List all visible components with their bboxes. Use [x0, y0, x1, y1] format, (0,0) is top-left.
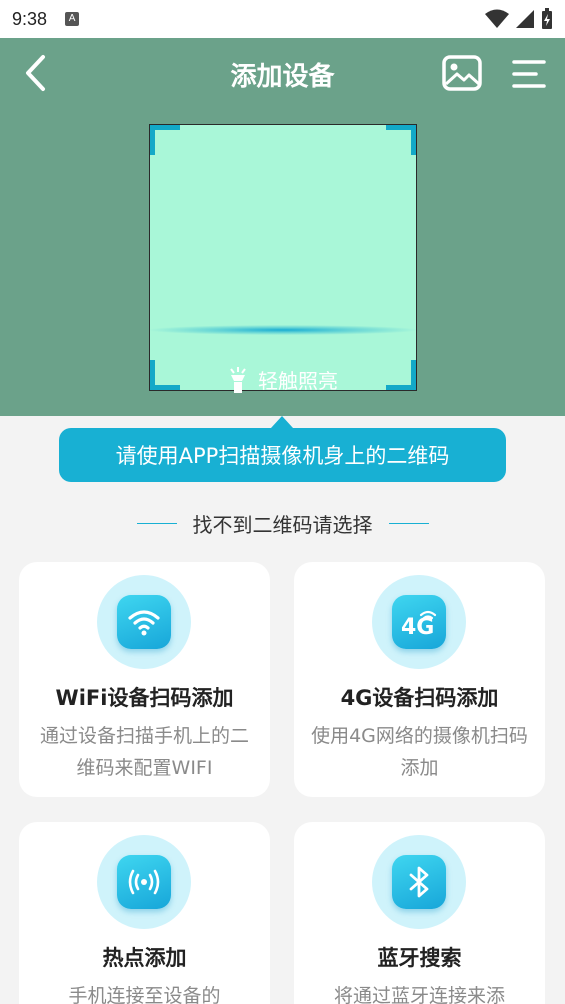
4g-icon: 4G [392, 595, 446, 649]
battery-icon [542, 8, 552, 29]
wifi-scan-option-card[interactable]: WiFi设备扫码添加 通过设备扫描手机上的二维码来配置WIFI [19, 562, 270, 797]
option-icon-circle [372, 835, 466, 929]
option-description: 将通过蓝牙连接来添 [333, 985, 505, 1004]
svg-text:4G: 4G [401, 615, 434, 640]
option-description: 使用4G网络的摄像机扫码添加 [311, 725, 528, 779]
option-title: 蓝牙搜索 [377, 946, 462, 970]
hotspot-option-card[interactable]: 热点添加 手机连接至设备的 [19, 822, 270, 1004]
flashlight-label: 轻触照亮 [258, 369, 338, 393]
notification-icon: A [65, 12, 80, 26]
scan-corner-top-left [150, 125, 180, 155]
menu-icon[interactable] [510, 56, 546, 92]
option-title: 热点添加 [102, 946, 187, 970]
scan-instruction-tooltip: 请使用APP扫描摄像机身上的二维码 [59, 416, 506, 482]
option-icon-circle [97, 575, 191, 669]
option-icon-circle [97, 835, 191, 929]
nav-bar: 添加设备 [0, 38, 565, 108]
scanner-area: 添加设备 轻触照亮 [0, 38, 565, 416]
cellular-signal-icon [516, 10, 534, 28]
divider-line-right [388, 522, 429, 524]
gallery-icon[interactable] [442, 54, 482, 92]
status-time: 9:38 [12, 8, 48, 29]
flashlight-toggle[interactable]: 轻触照亮 [150, 365, 416, 394]
bluetooth-option-card[interactable]: 蓝牙搜索 将通过蓝牙连接来添 [294, 822, 545, 1004]
wifi-signal-icon [485, 9, 509, 28]
status-icons [485, 8, 553, 30]
4g-scan-option-card[interactable]: 4G 4G设备扫码添加 使用4G网络的摄像机扫码添加 [294, 562, 545, 797]
status-bar: 9:38 A [0, 0, 565, 38]
divider-line-left [136, 522, 177, 524]
section-divider: 找不到二维码请选择 [0, 506, 565, 540]
bluetooth-icon [392, 855, 446, 909]
wifi-icon [117, 595, 171, 649]
option-description: 通过设备扫描手机上的二维码来配置WIFI [39, 725, 249, 779]
option-title: WiFi设备扫码添加 [55, 686, 234, 710]
scan-line [150, 325, 416, 335]
divider-text: 找不到二维码请选择 [192, 512, 373, 537]
qr-scan-frame: 轻触照亮 [149, 124, 417, 394]
hotspot-icon [117, 855, 171, 909]
scan-corner-top-right [386, 125, 416, 155]
option-icon-circle: 4G [372, 575, 466, 669]
option-description: 手机连接至设备的 [68, 985, 221, 1004]
option-title: 4G设备扫码添加 [340, 686, 499, 710]
flashlight-icon [230, 366, 246, 393]
